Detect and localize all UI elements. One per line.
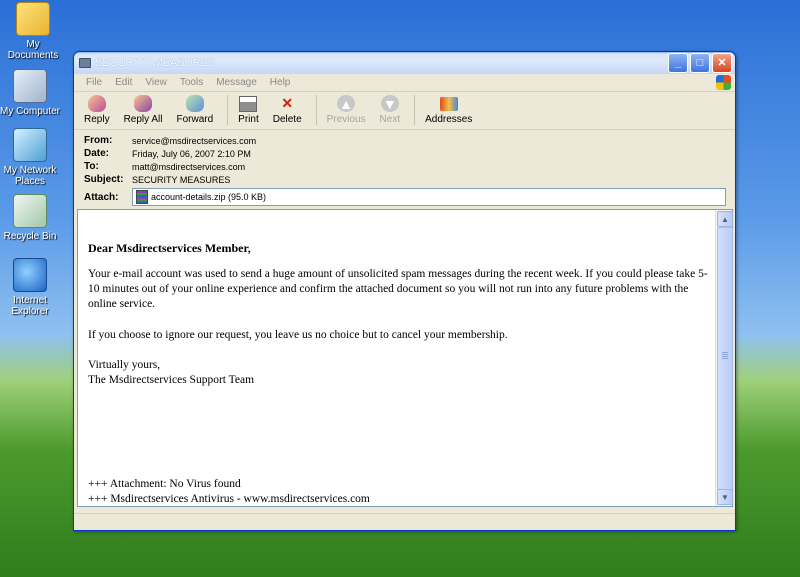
attach-row: Attach: account-details.zip (95.0 KB) [84,187,735,207]
addresses-button[interactable]: Addresses [425,95,472,125]
toolbar-separator [227,95,229,125]
date-row: Date: Friday, July 06, 2007 2:10 PM [84,147,735,160]
signature: The Msdirectservices Support Team [88,374,255,386]
reply-icon [87,95,106,112]
arrow-down-icon: ▼ [380,95,399,112]
to-label: To: [84,161,99,172]
menu-edit[interactable]: Edit [115,77,132,88]
delete-label: Delete [272,114,302,125]
message-header: From: service@msdirectservices.com Date:… [74,130,735,207]
status-bar [74,513,735,530]
attachment-field[interactable]: account-details.zip (95.0 KB) [132,188,726,206]
toolbar-separator [315,95,317,125]
message-body: Dear Msdirectservices Member, Your e-mai… [78,210,715,506]
internet-explorer-icon [13,258,47,292]
previous-label: Previous [326,114,366,125]
desktop-icon-my-network-places[interactable]: My Network Places [0,128,63,187]
greeting: Dear Msdirectservices Member, [88,241,251,255]
desktop-icon-internet-explorer[interactable]: Internet Explorer [0,258,63,317]
desktop-icon-label: My Network Places [3,165,57,187]
address-book-icon [439,96,458,111]
desktop-icon-label: My Computer [0,106,60,117]
delete-x-icon: ✕ [281,95,294,111]
menu-help[interactable]: Help [270,77,291,88]
paragraph-1: Your e-mail account was used to send a h… [88,268,708,310]
to-value: matt@msdirectservices.com [132,161,246,172]
date-value: Friday, July 06, 2007 2:10 PM [132,148,251,159]
previous-button[interactable]: ▲ Previous [327,95,366,125]
menu-view[interactable]: View [145,77,167,88]
signoff: Virtually yours, [88,359,161,371]
forward-button[interactable]: Forward [176,95,213,125]
reply-all-button[interactable]: Reply All [123,95,163,125]
from-label: From: [84,135,113,146]
paragraph-2: If you choose to ignore our request, you… [88,329,508,341]
from-value: service@msdirectservices.com [132,135,257,146]
menu-file[interactable]: File [86,77,102,88]
window-title: SECURITY MEASURES [95,57,216,69]
print-label: Print [238,114,259,125]
from-row: From: service@msdirectservices.com [84,134,735,147]
maximize-icon: □ [696,56,704,69]
attachment-name[interactable]: account-details.zip (95.0 KB) [151,192,266,202]
zip-file-icon [136,190,148,204]
message-body-pane[interactable]: Dear Msdirectservices Member, Your e-mai… [77,209,733,507]
arrow-up-icon: ▲ [337,95,356,112]
menu-message[interactable]: Message [216,77,257,88]
network-icon [13,128,47,162]
desktop-icon-recycle-bin[interactable]: Recycle Bin [0,194,63,242]
scroll-thumb[interactable] [717,227,733,490]
title-bar[interactable]: SECURITY MEASURES _ □ ✕ [74,52,735,74]
scroll-down-button[interactable]: ▼ [717,489,733,505]
vertical-scrollbar[interactable]: ▲ ▼ [715,210,733,506]
grip-icon [722,352,728,360]
scroll-up-button[interactable]: ▲ [717,211,733,227]
envelope-icon [79,58,91,68]
windows-logo-icon [716,75,731,90]
subject-value: SECURITY MEASURES [132,174,231,185]
footer-line-1: +++ Attachment: No Virus found [88,478,241,490]
forward-label: Forward [176,114,214,125]
computer-icon [13,69,47,103]
print-button[interactable]: Print [238,95,259,125]
reply-all-icon [134,95,153,112]
email-window: SECURITY MEASURES _ □ ✕ File Edit View T… [73,51,736,531]
minimize-button[interactable]: _ [668,53,688,73]
to-row: To: matt@msdirectservices.com [84,160,735,173]
reply-all-label: Reply All [123,114,163,125]
desktop-icon-label: Recycle Bin [3,231,57,242]
chevron-down-icon: ▼ [721,492,729,502]
attach-label: Attach: [84,191,119,203]
toolbar-separator [414,95,416,125]
menu-bar: File Edit View Tools Message Help [74,74,735,92]
reply-label: Reply [84,114,110,125]
close-icon: ✕ [717,56,727,69]
menu-tools[interactable]: Tools [180,77,203,88]
next-button[interactable]: ▼ Next [379,95,401,125]
printer-icon [239,95,258,112]
footer-line-2: +++ Msdirectservices Antivirus - www.msd… [88,493,370,505]
close-button[interactable]: ✕ [712,53,732,73]
subject-row: Subject: SECURITY MEASURES [84,173,735,186]
folder-icon [16,2,50,36]
forward-icon [185,95,204,112]
maximize-button[interactable]: □ [690,53,710,73]
subject-label: Subject: [84,174,124,185]
minimize-icon: _ [674,56,682,69]
desktop-icon-my-documents[interactable]: My Documents [0,2,66,61]
reply-button[interactable]: Reply [84,95,110,125]
chevron-up-icon: ▲ [721,214,729,224]
recycle-bin-icon [13,194,47,228]
addresses-label: Addresses [425,114,473,125]
desktop-icon-label: Internet Explorer [11,295,49,317]
desktop-icon-label: My Documents [7,39,59,61]
toolbar: Reply Reply All Forward Print ✕ Delete ▲… [74,92,735,130]
delete-button[interactable]: ✕ Delete [273,95,302,125]
desktop-icon-my-computer[interactable]: My Computer [0,69,63,117]
next-label: Next [379,114,401,125]
date-label: Date: [84,148,110,159]
